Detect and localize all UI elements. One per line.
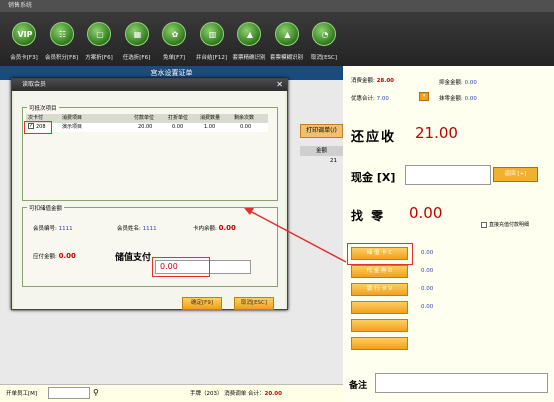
vip-icon: VIP <box>12 22 36 46</box>
ok-button[interactable]: 确定[F9] <box>182 297 222 310</box>
free-icon: ✿ <box>162 22 186 46</box>
merge-icon: ▥ <box>199 22 224 46</box>
discount-dropdown-button[interactable]: ▾ <box>419 92 429 101</box>
member-name: 会员姓名: 1111 <box>117 226 157 232</box>
cancel-button[interactable]: 取消[ESC] <box>234 297 274 310</box>
status-text: 手牌（203） 消费调单 合计：20.00 <box>190 391 282 397</box>
payment-amount: 0.00 <box>421 286 434 292</box>
row-item: 演示项目 <box>62 124 83 130</box>
col-header: 打折单位 <box>168 115 189 121</box>
discount-icon: ▦ <box>124 22 149 46</box>
payment-method-button[interactable] <box>351 337 408 350</box>
row-checkbox-highlight <box>24 121 52 134</box>
toolbar-button-label: 取消[ESC] <box>310 55 338 61</box>
payment-method-button[interactable] <box>351 319 408 332</box>
due-amount: 应付金额: 0.00 <box>33 252 76 260</box>
col-header: 剩余次数 <box>234 115 255 121</box>
deposit-amount: 抑金金额: 0.00 <box>439 80 477 86</box>
note-input[interactable] <box>375 373 548 393</box>
change-label: 找 零 <box>351 209 386 223</box>
window-title: 销售系统 <box>8 2 33 9</box>
member-no: 会员编号: 1111 <box>33 226 73 232</box>
close-icon[interactable]: ✕ <box>276 79 283 91</box>
search-icon[interactable]: ⚲ <box>93 388 99 397</box>
cash-return-button[interactable]: 返回 [+] <box>493 167 538 182</box>
table-row[interactable]: ✓ 208 演示项目 20.00 0.00 1.00 0.00 <box>26 123 268 132</box>
col-header: 付款单位 <box>134 115 155 121</box>
payment-method-button[interactable] <box>351 301 408 314</box>
cash-label: 现金 [X] <box>351 171 396 184</box>
items-table-header: 次卡付 消费项目 付款单位 打折单位 消费数量 剩余次数 <box>26 114 268 123</box>
print-order-button[interactable]: 打印调单(/) <box>300 124 343 138</box>
amount-due-label: 还应收 <box>351 130 397 145</box>
direct-recharge-checkbox[interactable]: 直接充值付款明细 <box>481 221 529 228</box>
stored-value-group: 可扣储值金额 会员编号: 1111 会员姓名: 1111 卡内余额: 0.00 … <box>22 204 278 287</box>
note-label: 备注 <box>349 381 368 391</box>
bottom-bar: 开单员工[M] ⚲ 手牌（203） 消费调单 合计：20.00 <box>0 384 343 402</box>
combo-fuzzy-icon: ▲ <box>274 22 299 46</box>
cash-input[interactable] <box>405 165 491 185</box>
payment-amount: 0.00 <box>421 268 434 274</box>
card-balance: 卡内余额: 0.00 <box>193 224 236 232</box>
row-disc-unit: 0.00 <box>172 124 184 130</box>
stored-pay-highlight <box>152 257 210 277</box>
deductible-items-group: 可抵次项目 次卡付 消费项目 付款单位 打折单位 消费数量 剩余次数 ✓ 208… <box>22 104 278 201</box>
combo-precise-icon: ▲ <box>237 22 261 46</box>
col-header: 消费项目 <box>62 115 83 121</box>
staff-label: 开单员工[M] <box>6 391 38 397</box>
discount-total: 优惠合计: 7.00 <box>351 96 389 102</box>
window-title-bar: 销售系统 <box>0 0 554 12</box>
stored-value-title: 可扣储值金额 <box>27 204 65 212</box>
col-header: 消费数量 <box>200 115 221 121</box>
amount-column-header: 金额 <box>300 146 343 156</box>
payment-amount: 0.00 <box>421 304 434 310</box>
dialog-title: 读取会员 <box>12 79 287 91</box>
consume-amount: 消费金额: 28.00 <box>351 78 395 84</box>
total-value: 20.00 <box>264 391 282 397</box>
member-benefit-icon: ☷ <box>49 22 74 46</box>
row-qty: 1.00 <box>204 124 216 130</box>
amount-due-value: 21.00 <box>415 124 458 142</box>
toolbar: VIP 会员卡[F3] ☷ 会员积分[F8] ▢ 方案折[F6] ▦ 任选折[F6] ✿ 免单[F… <box>0 12 554 66</box>
row-pay-unit: 20.00 <box>138 124 153 130</box>
staff-input[interactable] <box>48 387 90 399</box>
read-member-dialog: 读取会员 ✕ 可抵次项目 次卡付 消费项目 付款单位 打折单位 消费数量 剩余次… <box>11 78 288 310</box>
amount-cell: 21 <box>330 158 337 164</box>
toolbar-button[interactable]: ◔ 取消[ESC] <box>304 22 344 64</box>
deductible-items-title: 可抵次项目 <box>27 104 59 112</box>
change-value: 0.00 <box>409 204 443 222</box>
row-remain: 0.00 <box>240 124 252 130</box>
payment-panel: 消费金额: 28.00 抑金金额: 0.00 优惠合计: 7.00 ▾ 抹零金额… <box>343 66 554 402</box>
round-amount: 抹零金额: 0.00 <box>439 96 477 102</box>
stored-pay-label: 储值支付 <box>115 253 152 263</box>
payment-method-button[interactable]: 代 金 券 D <box>351 265 408 278</box>
plan-icon: ▢ <box>87 22 111 46</box>
payment-method-button[interactable]: 银 行 卡 V <box>351 283 408 296</box>
cancel-icon: ◔ <box>312 22 336 46</box>
payment-amount: 0.00 <box>421 250 434 256</box>
stored-card-highlight <box>347 243 413 265</box>
dialog-body: 可抵次项目 次卡付 消费项目 付款单位 打折单位 消费数量 剩余次数 ✓ 208… <box>14 91 285 310</box>
